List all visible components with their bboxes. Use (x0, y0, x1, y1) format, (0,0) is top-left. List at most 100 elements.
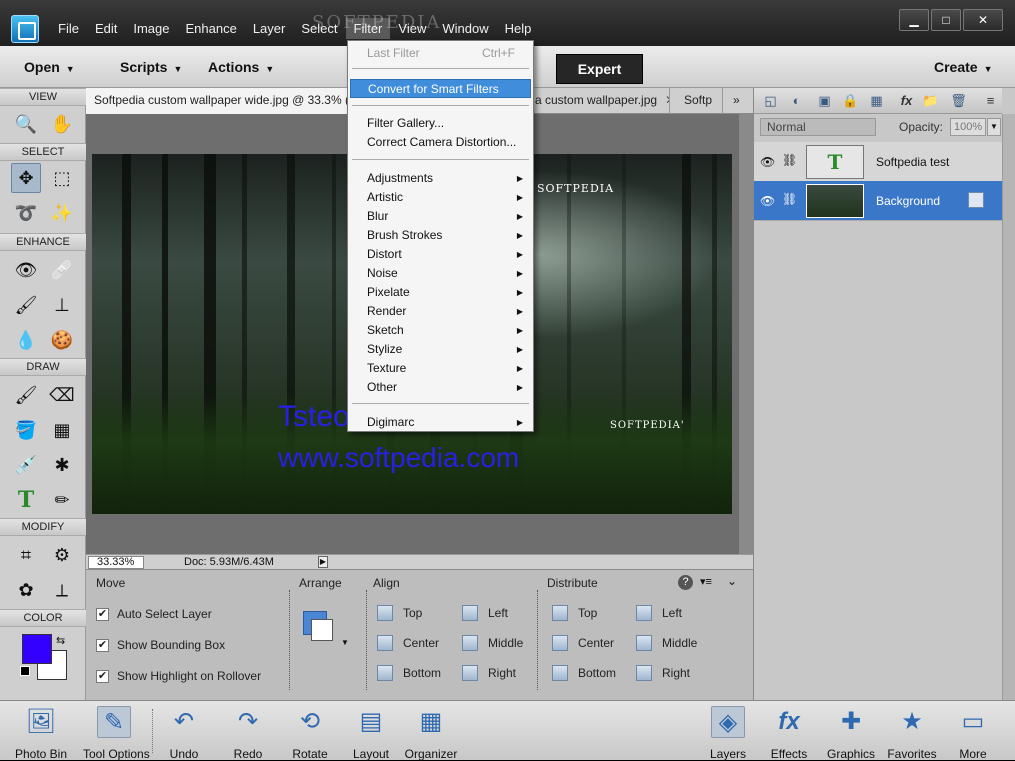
align-bottom-button[interactable]: Bottom (377, 665, 441, 681)
adjustment-layer-icon[interactable]: ◐ (788, 92, 805, 109)
magic-wand-tool-icon[interactable]: ✨ (47, 198, 77, 228)
app-logo-icon[interactable] (11, 15, 39, 43)
smart-brush-tool-icon[interactable]: 🖌 (11, 290, 41, 320)
menu-item-artistic[interactable]: Artistic ▶ (350, 188, 531, 207)
menu-layer[interactable]: Layer (245, 18, 294, 39)
menu-item-distort[interactable]: Distort ▶ (350, 245, 531, 264)
lock-transparent-icon[interactable]: ▦ (868, 92, 885, 109)
menu-item-noise[interactable]: Noise ▶ (350, 264, 531, 283)
layer-mask-icon[interactable]: ▣ (816, 92, 833, 109)
menu-image[interactable]: Image (125, 18, 177, 39)
panel-menu-icon[interactable]: ▾≡ (700, 575, 712, 588)
photo-bin-button[interactable]: 🖼 Photo Bin (10, 704, 72, 761)
menu-item-other[interactable]: Other ▶ (350, 378, 531, 397)
distribute-bottom-button[interactable]: Bottom (552, 665, 616, 681)
more-button[interactable]: ▭ More (942, 704, 1004, 761)
graphics-button[interactable]: ✚ Graphics (820, 704, 882, 761)
custom-shape-tool-icon[interactable]: ✱ (47, 450, 77, 480)
close-button[interactable]: ✕ (963, 9, 1003, 31)
align-center-button[interactable]: Center (377, 635, 439, 651)
align-left-button[interactable]: Left (462, 605, 508, 621)
menu-item-stylize[interactable]: Stylize ▶ (350, 340, 531, 359)
status-menu-arrow-icon[interactable]: ▶ (318, 556, 328, 568)
menu-item-last-filter[interactable]: Last Filter Ctrl+F (350, 44, 531, 63)
layer-row-background[interactable]: 👁 ⛓ Background (754, 181, 1002, 221)
menu-enhance[interactable]: Enhance (178, 18, 245, 39)
clone-stamp-tool-icon[interactable]: ⊥ (47, 290, 77, 320)
blend-mode-select[interactable]: Normal (760, 118, 876, 136)
menu-item-filter-gallery[interactable]: Filter Gallery... (350, 114, 531, 133)
pencil-tool-icon[interactable]: ✏ (47, 485, 77, 515)
trash-icon[interactable]: 🗑 (950, 92, 967, 109)
text-layer-content[interactable]: Tsteo (278, 400, 350, 434)
expert-mode-button[interactable]: Expert (556, 54, 643, 84)
chevron-down-icon[interactable]: ▼ (987, 118, 1001, 136)
menu-item-adjustments[interactable]: Adjustments ▶ (350, 169, 531, 188)
redo-button[interactable]: ↷ Redo (217, 704, 279, 761)
favorites-button[interactable]: ★ Favorites (881, 704, 943, 761)
menu-help[interactable]: Help (497, 18, 540, 39)
sponge-tool-icon[interactable]: 🍪 (47, 325, 77, 355)
distribute-top-button[interactable]: Top (552, 605, 597, 621)
layers-scrollbar[interactable] (1002, 114, 1015, 700)
checkbox-icon[interactable]: ✔ (96, 638, 109, 652)
recompose-tool-icon[interactable]: ⚙ (47, 540, 77, 570)
folder-icon[interactable]: 📁 (922, 92, 939, 109)
chevron-down-icon[interactable]: ▼ (341, 638, 349, 647)
zoom-level-field[interactable]: 33.33% (88, 556, 144, 569)
maximize-button[interactable]: □ (931, 9, 961, 31)
menu-window[interactable]: Window (434, 18, 496, 39)
collapse-chevron-icon[interactable]: ⌄ (727, 574, 737, 588)
actions-button[interactable]: Actions ▼ (208, 59, 274, 75)
tab-document-3[interactable]: Softp (676, 88, 723, 114)
gradient-tool-icon[interactable]: ▦ (47, 415, 77, 445)
blur-tool-icon[interactable]: 💧 (11, 325, 41, 355)
create-button[interactable]: Create ▼ (934, 59, 993, 75)
menu-item-digimarc[interactable]: Digimarc ▶ (350, 413, 531, 432)
menu-item-blur[interactable]: Blur ▶ (350, 207, 531, 226)
move-tool-icon[interactable]: ✥ (11, 163, 41, 193)
tool-options-button[interactable]: ✎ Tool Options (83, 704, 150, 761)
eyedropper-tool-icon[interactable]: 💉 (11, 450, 41, 480)
menu-item-texture[interactable]: Texture ▶ (350, 359, 531, 378)
marquee-tool-icon[interactable]: ⬚ (47, 163, 77, 193)
distribute-right-button[interactable]: Right (636, 665, 690, 681)
default-colors-icon[interactable] (20, 666, 30, 676)
paint-bucket-tool-icon[interactable]: 🪣 (11, 415, 41, 445)
hand-tool-icon[interactable]: ✋ (47, 109, 77, 139)
minimize-button[interactable]: ▁ (899, 9, 929, 31)
scripts-button[interactable]: Scripts ▼ (120, 59, 182, 75)
align-right-button[interactable]: Right (462, 665, 516, 681)
menu-item-sketch[interactable]: Sketch ▶ (350, 321, 531, 340)
menu-item-brush-strokes[interactable]: Brush Strokes ▶ (350, 226, 531, 245)
show-highlight-checkbox[interactable]: ✔ Show Highlight on Rollover (96, 669, 261, 683)
crop-tool-icon[interactable]: ⌗ (11, 540, 41, 570)
align-middle-button[interactable]: Middle (462, 635, 523, 651)
eraser-tool-icon[interactable]: ⌫ (47, 380, 77, 410)
menu-item-pixelate[interactable]: Pixelate ▶ (350, 283, 531, 302)
link-icon[interactable]: ⛓ (782, 153, 797, 167)
eye-icon[interactable]: 👁 (760, 194, 775, 208)
panel-menu-icon[interactable]: ≡ (982, 92, 999, 109)
rotate-button[interactable]: ⟲ Rotate (279, 704, 341, 761)
help-icon[interactable]: ? (678, 575, 693, 590)
straighten-tool-icon[interactable]: ⟂ (47, 575, 77, 605)
layers-button[interactable]: ◈ Layers (697, 704, 759, 761)
auto-select-layer-checkbox[interactable]: ✔ Auto Select Layer (96, 607, 212, 621)
canvas-vertical-scrollbar[interactable] (739, 114, 753, 554)
lock-all-icon[interactable] (968, 192, 984, 208)
effects-button[interactable]: fx Effects (758, 704, 820, 761)
content-aware-move-tool-icon[interactable]: ✿ (11, 575, 41, 605)
foreground-color-swatch[interactable] (22, 634, 52, 664)
layer-row-text[interactable]: 👁 ⛓ T Softpedia test (754, 142, 1002, 182)
checkbox-icon[interactable]: ✔ (96, 669, 109, 683)
zoom-tool-icon[interactable]: 🔍 (11, 109, 41, 139)
brush-tool-icon[interactable]: 🖌 (11, 380, 41, 410)
type-tool-icon[interactable]: T (11, 485, 41, 515)
close-icon[interactable]: ✕ (665, 93, 669, 107)
menu-item-render[interactable]: Render ▶ (350, 302, 531, 321)
layout-button[interactable]: ▤ Layout (340, 704, 402, 761)
open-button[interactable]: Open ▼ (24, 59, 75, 75)
menu-item-convert-smart-filters[interactable]: Convert for Smart Filters (350, 79, 531, 98)
undo-button[interactable]: ↶ Undo (153, 704, 215, 761)
